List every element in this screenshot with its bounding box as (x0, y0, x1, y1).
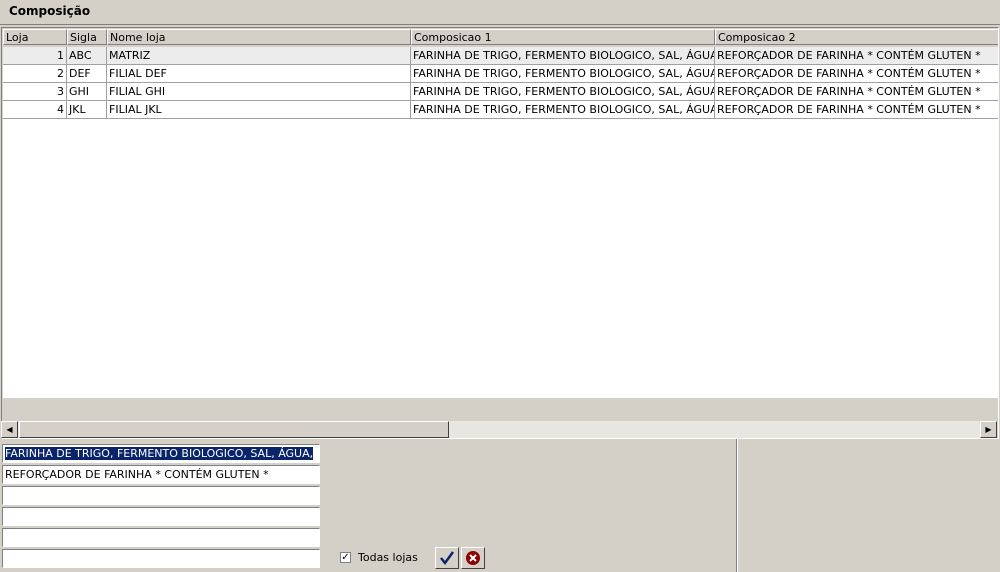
selected-text[interactable]: FARINHA DE TRIGO, FERMENTO BIOLOGICO, SA… (5, 447, 314, 460)
cell-nome-loja[interactable]: FILIAL GHI (107, 83, 411, 101)
cell-composicao-1[interactable]: FARINHA DE TRIGO, FERMENTO BIOLOGICO, SA… (411, 83, 715, 101)
cell-composicao-2[interactable]: REFORÇADOR DE FARINHA * CONTÉM GLUTEN * (715, 47, 998, 65)
composition-line-3[interactable] (2, 486, 320, 505)
cell-loja[interactable]: 1 (3, 47, 67, 65)
panel-divider-highlight (737, 439, 738, 572)
todas-lojas-label[interactable]: Todas lojas (358, 551, 418, 564)
cell-loja[interactable]: 2 (3, 65, 67, 83)
cell-nome-loja[interactable]: MATRIZ (107, 47, 411, 65)
cell-composicao-1[interactable]: FARINHA DE TRIGO, FERMENTO BIOLOGICO, SA… (411, 65, 715, 83)
table-row[interactable]: 4 JKL FILIAL JKL FARINHA DE TRIGO, FERME… (3, 101, 998, 119)
checkmark-icon (440, 551, 455, 566)
stores-grid[interactable]: Loja Sigla Nome loja Composicao 1 Compos… (1, 27, 999, 439)
cell-composicao-1[interactable]: FARINHA DE TRIGO, FERMENTO BIOLOGICO, SA… (411, 47, 715, 65)
table-row[interactable]: 1 ABC MATRIZ FARINHA DE TRIGO, FERMENTO … (3, 47, 998, 65)
column-header-composicao-2[interactable]: Composicao 2 (715, 29, 998, 45)
column-header-nome-loja[interactable]: Nome loja (107, 29, 411, 45)
todas-lojas-checkbox[interactable]: ✓ (340, 552, 351, 563)
cell-composicao-2[interactable]: REFORÇADOR DE FARINHA * CONTÉM GLUTEN * (715, 65, 998, 83)
cancel-icon (466, 551, 480, 565)
table-row[interactable]: 2 DEF FILIAL DEF FARINHA DE TRIGO, FERME… (3, 65, 998, 83)
title-bar: Composição (0, 0, 1000, 25)
cell-composicao-2[interactable]: REFORÇADOR DE FARINHA * CONTÉM GLUTEN * (715, 83, 998, 101)
cell-sigla[interactable]: GHI (67, 83, 107, 101)
grid-body: Loja Sigla Nome loja Composicao 1 Compos… (3, 29, 998, 398)
table-row[interactable]: 3 GHI FILIAL GHI FARINHA DE TRIGO, FERME… (3, 83, 998, 101)
grid-header: Loja Sigla Nome loja Composicao 1 Compos… (3, 29, 998, 47)
cell-nome-loja[interactable]: FILIAL DEF (107, 65, 411, 83)
cell-loja[interactable]: 4 (3, 101, 67, 119)
composition-line-5[interactable] (2, 528, 320, 547)
cell-sigla[interactable]: DEF (67, 65, 107, 83)
cell-sigla[interactable]: ABC (67, 47, 107, 65)
cell-composicao-2[interactable]: REFORÇADOR DE FARINHA * CONTÉM GLUTEN * (715, 101, 998, 119)
composition-line-2[interactable]: REFORÇADOR DE FARINHA * CONTÉM GLUTEN * (2, 465, 320, 484)
confirm-button[interactable] (435, 547, 459, 569)
arrow-left-icon[interactable]: ◀ (1, 421, 18, 438)
scrollbar-thumb[interactable] (19, 421, 449, 438)
horizontal-scrollbar[interactable]: ◀ ▶ (1, 421, 997, 438)
window-title: Composição (9, 4, 91, 18)
column-header-loja[interactable]: Loja (3, 29, 67, 45)
composition-line-1[interactable]: FARINHA DE TRIGO, FERMENTO BIOLOGICO, SA… (2, 444, 320, 463)
cell-sigla[interactable]: JKL (67, 101, 107, 119)
arrow-right-icon[interactable]: ▶ (980, 421, 997, 438)
cell-composicao-1[interactable]: FARINHA DE TRIGO, FERMENTO BIOLOGICO, SA… (411, 101, 715, 119)
cell-nome-loja[interactable]: FILIAL JKL (107, 101, 411, 119)
composition-line-4[interactable] (2, 507, 320, 526)
composition-line-6[interactable] (2, 549, 320, 568)
column-header-composicao-1[interactable]: Composicao 1 (411, 29, 715, 45)
cell-loja[interactable]: 3 (3, 83, 67, 101)
cancel-button[interactable] (461, 547, 485, 569)
column-header-sigla[interactable]: Sigla (67, 29, 107, 45)
